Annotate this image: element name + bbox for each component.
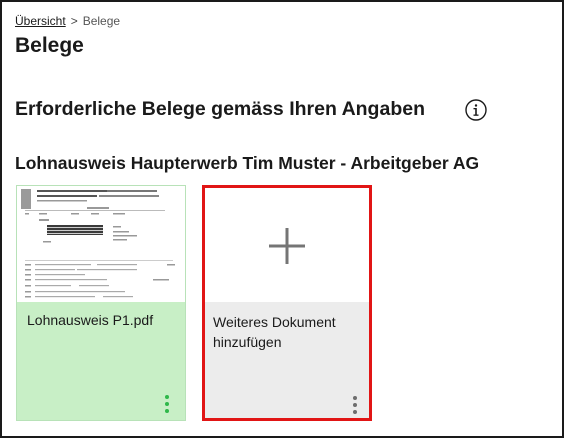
document-filename: Lohnausweis P1.pdf: [27, 312, 154, 328]
add-document-card[interactable]: Weiteres Dokument hinzufügen: [202, 185, 372, 421]
add-document-area: [205, 188, 369, 302]
add-document-label: Weiteres Dokument hinzufügen: [213, 312, 363, 352]
info-icon[interactable]: [465, 99, 487, 121]
plus-icon: [269, 228, 305, 264]
section-title: Erforderliche Belege gemäss Ihren Angabe…: [15, 98, 425, 120]
breadcrumb: Übersicht > Belege: [15, 14, 120, 28]
breadcrumb-separator: >: [70, 14, 78, 28]
window-frame: Übersicht > Belege Belege Erforderliche …: [0, 0, 564, 438]
breadcrumb-overview-link[interactable]: Übersicht: [15, 14, 66, 28]
document-thumbnail: [17, 186, 185, 302]
page-title: Belege: [15, 34, 84, 57]
add-document-label-line1: Weiteres Dokument: [213, 314, 336, 330]
employment-title: Lohnausweis Haupterwerb Tim Muster - Arb…: [15, 153, 480, 173]
kebab-menu-icon[interactable]: [161, 394, 173, 414]
document-card[interactable]: Lohnausweis P1.pdf: [16, 185, 186, 421]
breadcrumb-current: Belege: [82, 14, 121, 28]
add-document-label-line2: hinzufügen: [213, 334, 282, 350]
kebab-menu-icon[interactable]: [349, 395, 361, 415]
